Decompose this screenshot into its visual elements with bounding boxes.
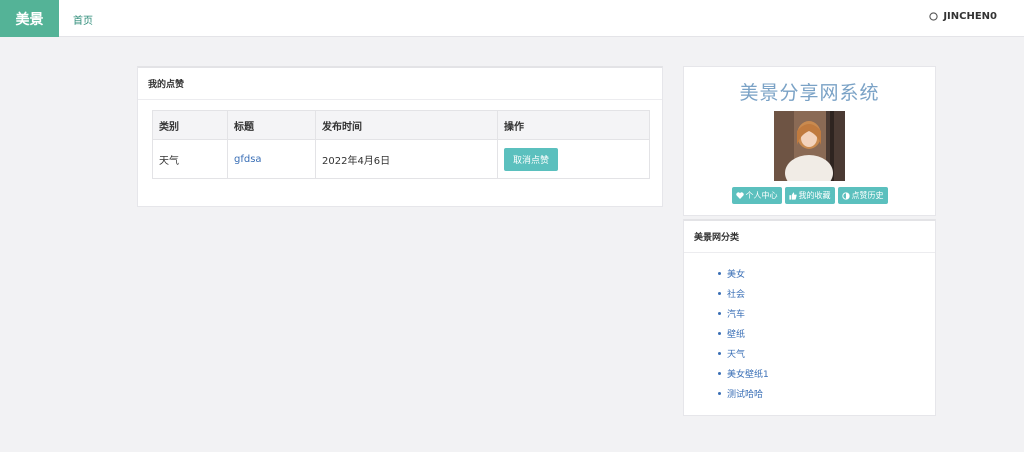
table-row: 天气 gfdsa 2022年4月6日 取消点赞 <box>152 139 650 179</box>
profile-panel: 美景分享网系统 个人中心 我的收藏 点赞历史 <box>683 66 936 216</box>
cell-date: 2022年4月6日 <box>315 139 498 179</box>
category-link[interactable]: 社会 <box>727 287 745 300</box>
list-item: 测试哈哈 <box>718 383 935 403</box>
list-item: 汽车 <box>718 303 935 323</box>
category-link[interactable]: 汽车 <box>727 307 745 320</box>
list-item: 美女壁纸1 <box>718 363 935 383</box>
brand-logo[interactable]: 美景 <box>0 0 59 37</box>
list-item: 壁纸 <box>718 323 935 343</box>
category-link[interactable]: 美女壁纸1 <box>727 367 769 380</box>
unlike-button[interactable]: 取消点赞 <box>504 147 559 171</box>
category-link[interactable]: 测试哈哈 <box>727 387 763 400</box>
like-history-label: 点赞历史 <box>851 191 884 200</box>
likes-table: 类别 标题 发布时间 操作 天气 gfdsa 2022年4月6日 取消点赞 <box>152 110 650 179</box>
category-list: 美女 社会 汽车 壁纸 天气 美女壁纸1 测试哈哈 <box>684 253 935 403</box>
username-label: JINCHEN0 <box>943 11 997 22</box>
my-favorites-button[interactable]: 我的收藏 <box>784 187 835 204</box>
site-title: 美景分享网系统 <box>739 82 880 104</box>
category-heading: 美景网分类 <box>684 221 935 253</box>
post-title-link[interactable]: gfdsa <box>234 154 262 165</box>
category-panel: 美景网分类 美女 社会 汽车 壁纸 天气 美女壁纸1 测试哈哈 <box>683 219 936 416</box>
nav-home-link[interactable]: 首页 <box>73 12 93 27</box>
column-header-date: 发布时间 <box>315 110 498 140</box>
avatar-image <box>774 111 845 181</box>
column-header-category: 类别 <box>152 110 228 140</box>
category-link[interactable]: 天气 <box>727 347 745 360</box>
personal-center-label: 个人中心 <box>745 191 778 200</box>
table-header-row: 类别 标题 发布时间 操作 <box>152 110 650 140</box>
column-header-action: 操作 <box>497 110 650 140</box>
user-circle-icon <box>929 12 938 21</box>
category-link[interactable]: 壁纸 <box>727 327 745 340</box>
user-menu[interactable]: JINCHEN0 <box>929 11 997 22</box>
category-link[interactable]: 美女 <box>727 267 745 280</box>
heart-icon <box>735 192 744 199</box>
list-item: 天气 <box>718 343 935 363</box>
top-navbar: 美景 首页 JINCHEN0 <box>0 0 1024 37</box>
list-item: 社会 <box>718 283 935 303</box>
like-history-button[interactable]: 点赞历史 <box>837 187 888 204</box>
my-favorites-label: 我的收藏 <box>798 191 831 200</box>
cell-category: 天气 <box>152 139 228 179</box>
list-item: 美女 <box>718 263 935 283</box>
half-circle-icon <box>841 191 850 200</box>
my-likes-panel: 我的点赞 类别 标题 发布时间 操作 天气 gfdsa 2022年4月6日 取消… <box>137 66 663 207</box>
column-header-title: 标题 <box>227 110 316 140</box>
personal-center-button[interactable]: 个人中心 <box>731 187 782 204</box>
thumbs-up-icon <box>788 191 797 200</box>
my-likes-heading: 我的点赞 <box>138 68 662 100</box>
